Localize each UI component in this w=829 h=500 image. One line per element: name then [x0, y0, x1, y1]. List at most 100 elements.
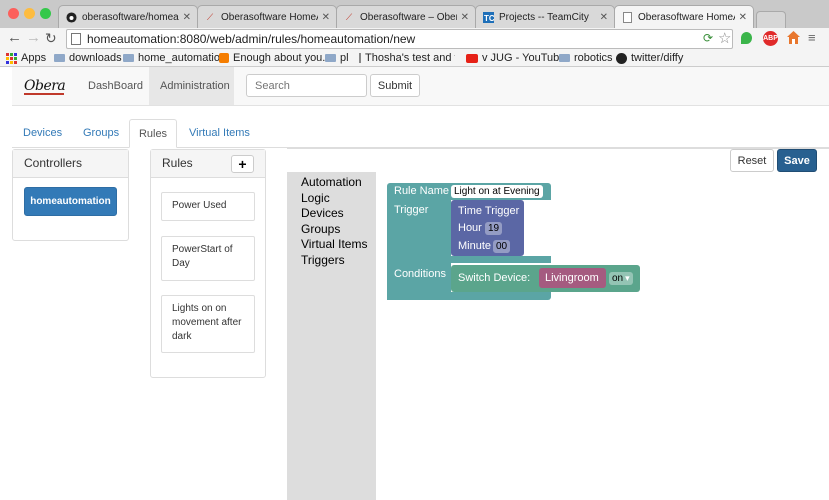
- maximize-window-icon[interactable]: [40, 8, 51, 19]
- page-info-icon[interactable]: [71, 33, 81, 48]
- bookmark-label: downloads: [69, 52, 122, 64]
- bookmark-thosha[interactable]: Thosha's test and te: [359, 50, 455, 66]
- minimize-window-icon[interactable]: [24, 8, 35, 19]
- github-icon: [65, 11, 77, 23]
- tab-groups[interactable]: Groups: [72, 119, 130, 148]
- nav-administration[interactable]: Administration: [149, 67, 234, 105]
- bookmark-label: robotics: [574, 52, 613, 64]
- browser-tab-1[interactable]: oberasoftware/homeautoma ✕: [58, 5, 198, 28]
- blogger-icon: [219, 53, 229, 63]
- controller-homeautomation-button[interactable]: homeautomation: [24, 187, 117, 216]
- svg-text:TC: TC: [484, 14, 494, 23]
- rule-item-powerstart-of-day[interactable]: PowerStart of Day: [161, 236, 255, 281]
- rule-item-power-used[interactable]: Power Used: [161, 192, 255, 221]
- search-input[interactable]: [246, 74, 367, 97]
- folder-icon: [123, 54, 134, 62]
- close-tab-icon[interactable]: ✕: [461, 12, 469, 23]
- browser-tab-5[interactable]: Oberasoftware HomeAutoma ✕: [614, 5, 754, 28]
- submit-button[interactable]: Submit: [370, 74, 420, 97]
- minute-label: Minute: [458, 240, 492, 252]
- bookmark-label: Thosha's test and te: [365, 52, 455, 64]
- browser-tab-title: Oberasoftware HomeAutoma: [221, 11, 318, 23]
- state-dropdown[interactable]: on ▾: [609, 272, 633, 285]
- home-icon[interactable]: [786, 30, 801, 48]
- nav-dashboard[interactable]: DashBoard: [77, 67, 154, 105]
- trigger-label: Trigger: [394, 204, 429, 216]
- toolbox-triggers[interactable]: Triggers: [301, 253, 367, 269]
- youtube-icon: [466, 53, 478, 63]
- new-tab-button[interactable]: [756, 11, 786, 28]
- device-name-label: Livingroom: [545, 272, 599, 284]
- evernote-icon[interactable]: [741, 32, 752, 44]
- browser-tab-title: Oberasoftware – Oberasoftw: [360, 11, 457, 23]
- minute-field[interactable]: 00: [493, 240, 511, 253]
- browser-tab-3[interactable]: ⟋ Oberasoftware – Oberasoftw ✕: [336, 5, 476, 28]
- apps-grid-icon: [6, 52, 17, 64]
- close-tab-icon[interactable]: ✕: [322, 12, 330, 23]
- toolbox-devices[interactable]: Devices: [301, 206, 367, 222]
- bookmark-label: Enough about you...: [233, 52, 332, 64]
- bookmark-label: twitter/diffy: [631, 52, 684, 64]
- bookmark-label: Apps: [21, 52, 47, 64]
- chevron-down-icon: ▾: [625, 273, 630, 283]
- bookmark-downloads[interactable]: downloads: [54, 50, 122, 66]
- bookmark-pl[interactable]: pl: [325, 50, 349, 66]
- hour-field[interactable]: 19: [485, 222, 503, 235]
- address-bar[interactable]: homeautomation:8080/web/admin/rules/home…: [66, 29, 733, 49]
- folder-icon: [325, 54, 336, 62]
- feather-icon: ⟋: [345, 11, 353, 22]
- bookmark-label: v JUG - YouTube: [482, 52, 566, 64]
- state-value: on: [612, 273, 624, 284]
- conditions-label: Conditions: [394, 268, 446, 280]
- teamcity-icon: TC: [482, 11, 494, 23]
- toolbox-automation[interactable]: Automation: [301, 175, 367, 191]
- bookmark-twitter-diffy[interactable]: twitter/diffy: [616, 50, 683, 66]
- bookmark-robotics[interactable]: robotics: [559, 50, 613, 66]
- folder-icon: [559, 54, 570, 62]
- browser-tab-title: Projects -- TeamCity: [499, 11, 589, 23]
- rule-item-lights-on-movement[interactable]: Lights on on movement after dark: [161, 295, 255, 353]
- extension-page-icon[interactable]: ⟳: [703, 31, 713, 45]
- close-tab-icon[interactable]: ✕: [183, 12, 191, 23]
- rule-name-field[interactable]: Light on at Evening: [451, 185, 543, 198]
- bookmark-apps[interactable]: Apps: [6, 50, 46, 66]
- toolbox-logic[interactable]: Logic: [301, 191, 367, 207]
- github-icon: [616, 52, 627, 64]
- time-trigger-label: Time Trigger: [458, 205, 520, 217]
- reload-icon[interactable]: ↻: [45, 30, 57, 46]
- bookmark-home-automation[interactable]: home_automation: [123, 50, 226, 66]
- save-button[interactable]: Save: [777, 149, 817, 172]
- controllers-title: Controllers: [13, 150, 128, 178]
- tab-devices[interactable]: Devices: [12, 119, 73, 148]
- page-icon: [359, 53, 361, 63]
- bookmark-enough-about-you[interactable]: Enough about you...: [219, 50, 331, 66]
- bookmark-star-icon[interactable]: ☆: [718, 29, 731, 47]
- adblock-icon[interactable]: ABP: [763, 31, 778, 46]
- close-tab-icon[interactable]: ✕: [600, 12, 608, 23]
- feather-icon: ⟋: [206, 11, 214, 22]
- close-tab-icon[interactable]: ✕: [739, 12, 747, 23]
- toolbox-groups[interactable]: Groups: [301, 222, 367, 238]
- browser-tab-4[interactable]: TC Projects -- TeamCity ✕: [475, 5, 615, 28]
- bookmark-label: home_automation: [138, 52, 227, 64]
- add-rule-button[interactable]: +: [231, 155, 254, 173]
- back-arrow-icon[interactable]: ←: [7, 30, 22, 46]
- tab-rules[interactable]: Rules: [129, 119, 177, 148]
- toolbox-category-list: Automation Logic Devices Groups Virtual …: [301, 175, 367, 269]
- forward-arrow-icon[interactable]: →: [26, 30, 41, 46]
- rule-block-separator: [451, 256, 551, 263]
- brand-underline: [24, 93, 64, 95]
- switch-device-label: Switch Device:: [458, 272, 531, 284]
- menu-icon[interactable]: ≡: [808, 31, 816, 45]
- rule-name-label: Rule Name: [394, 185, 450, 197]
- toolbox-virtual-items[interactable]: Virtual Items: [301, 237, 367, 253]
- browser-tab-2[interactable]: ⟋ Oberasoftware HomeAutoma ✕: [197, 5, 337, 28]
- bookmark-label: pl: [340, 52, 349, 64]
- bookmark-jug-youtube[interactable]: v JUG - YouTube: [466, 50, 565, 66]
- rule-block-footer: [451, 292, 551, 300]
- close-window-icon[interactable]: [8, 8, 19, 19]
- hour-label: Hour: [458, 222, 482, 234]
- tab-virtual-items[interactable]: Virtual Items: [178, 119, 261, 148]
- folder-icon: [54, 54, 65, 62]
- reset-button[interactable]: Reset: [730, 149, 774, 172]
